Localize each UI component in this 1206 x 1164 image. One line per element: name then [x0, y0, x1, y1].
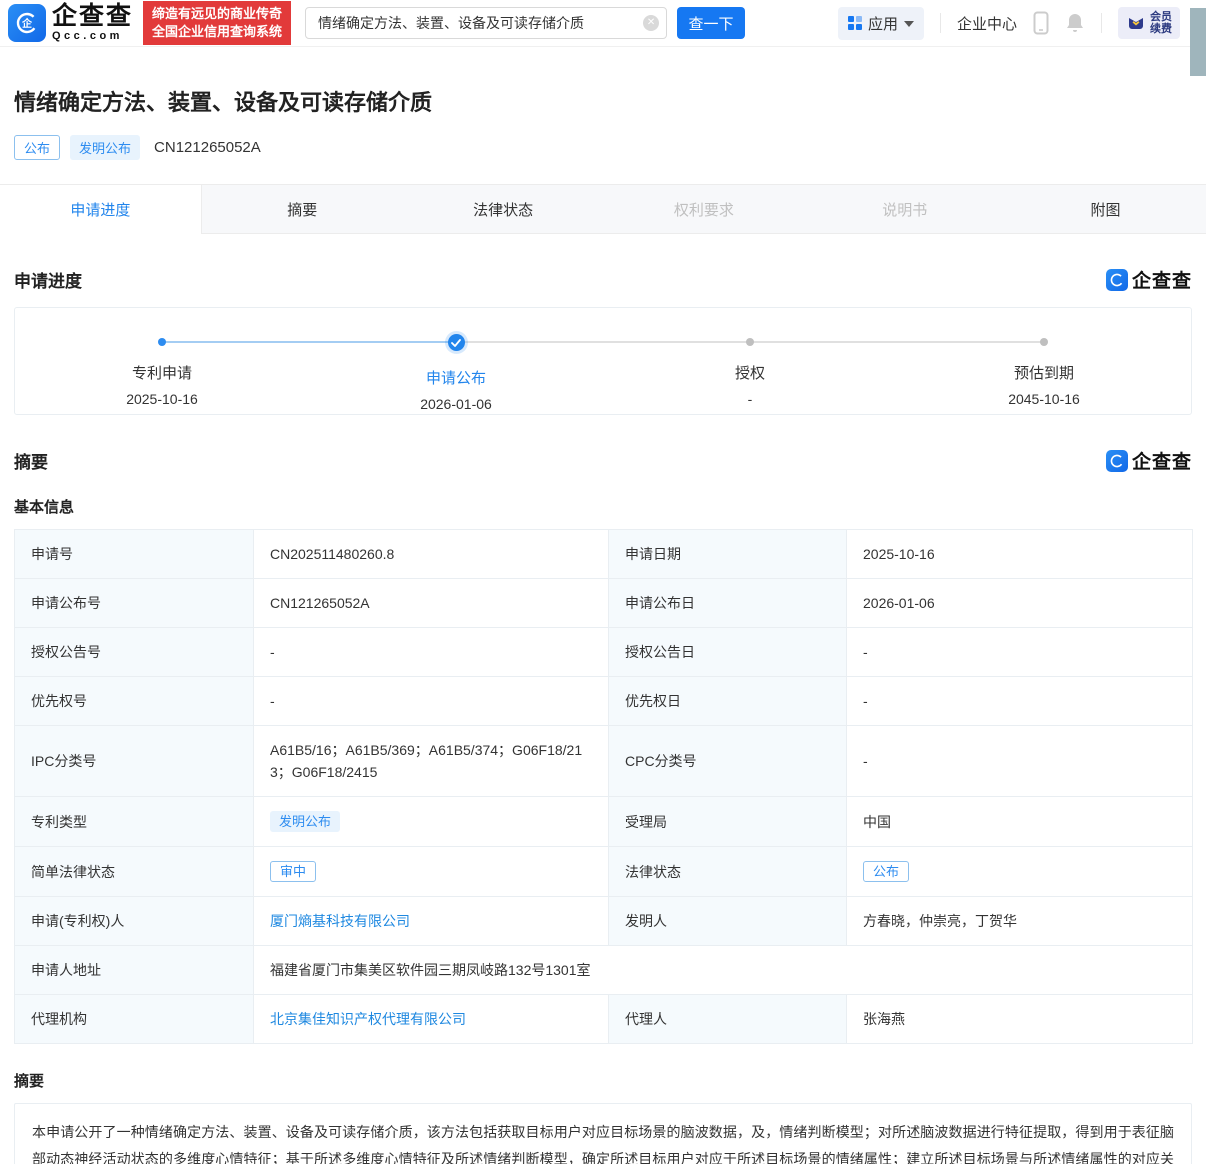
status-badge-publication: 公布 — [14, 135, 60, 160]
agent-name: 张海燕 — [847, 995, 1193, 1044]
brand-name: 企查查 — [52, 4, 133, 29]
applicant-company-link[interactable]: 厦门熵基科技有限公司 — [270, 913, 410, 929]
cpc-classification: - — [847, 726, 1193, 797]
tab-claims: 权利要求 — [603, 185, 804, 233]
publication-date: 2026-01-06 — [847, 579, 1193, 628]
timeline-step-expiry: 预估到期 2045-10-16 — [897, 308, 1191, 414]
qcc-logo[interactable]: 企 企查查 Qcc.com — [8, 4, 133, 42]
qcc-watermark: 企查查 — [1106, 266, 1192, 293]
table-row: 申请人地址 福建省厦门市集美区软件园三期凤岐路132号1301室 — [15, 946, 1193, 995]
priority-number: - — [254, 677, 609, 726]
basic-info-table: 申请号 CN202511480260.8 申请日期 2025-10-16 申请公… — [14, 529, 1193, 1044]
qcc-watermark: 企查查 — [1106, 447, 1192, 474]
slogan-badge: 缔造有远见的商业传奇 全国企业信用查询系统 — [143, 1, 291, 45]
qcc-watermark-icon — [1106, 269, 1128, 291]
status-badge-invention: 发明公布 — [70, 135, 140, 160]
application-timeline: 专利申请 2025-10-16 申请公布 2026-01-06 授权 - 预估到… — [14, 307, 1192, 415]
table-row: 申请公布号 CN121265052A 申请公布日 2026-01-06 — [15, 579, 1193, 628]
top-header: 企 企查查 Qcc.com 缔造有远见的商业传奇 全国企业信用查询系统 ✕ 查一… — [0, 0, 1206, 47]
tab-drawings[interactable]: 附图 — [1005, 185, 1206, 233]
search-button[interactable]: 查一下 — [677, 7, 745, 39]
publication-number: CN121265052A — [154, 139, 261, 156]
abstract-text: 本申请公开了一种情绪确定方法、装置、设备及可读存储介质，该方法包括获取目标用户对… — [14, 1103, 1192, 1164]
timeline-dot — [1040, 338, 1048, 346]
apps-grid-icon — [848, 16, 862, 30]
inventors: 方春晓，仲崇亮，丁贺华 — [847, 897, 1193, 946]
agency-link[interactable]: 北京集佳知识产权代理有限公司 — [270, 1011, 466, 1027]
page-title: 情绪确定方法、装置、设备及可读存储介质 — [14, 85, 1192, 117]
timeline-step-filing: 专利申请 2025-10-16 — [15, 308, 309, 414]
table-row: 代理机构 北京集佳知识产权代理有限公司 代理人 张海燕 — [15, 995, 1193, 1044]
table-row: 专利类型 发明公布 受理局 中国 — [15, 797, 1193, 847]
applicant-address: 福建省厦门市集美区软件园三期凤岐路132号1301室 — [254, 946, 1193, 995]
search-input[interactable] — [305, 7, 667, 39]
table-row: 优先权号 - 优先权日 - — [15, 677, 1193, 726]
tab-bar: 申请进度 摘要 法律状态 权利要求 说明书 附图 — [0, 184, 1206, 234]
application-date: 2025-10-16 — [847, 530, 1193, 579]
svg-text:企: 企 — [21, 17, 33, 30]
vip-crown-icon — [1126, 13, 1146, 33]
page-scrollbar[interactable] — [1190, 8, 1206, 76]
timeline-dot — [746, 338, 754, 346]
apps-menu[interactable]: 应用 — [838, 7, 924, 40]
ipc-classification: A61B5/16；A61B5/369；A61B5/374；G06F18/213；… — [254, 726, 609, 797]
priority-date: - — [847, 677, 1193, 726]
vip-renew-button[interactable]: 会员 续费 — [1118, 7, 1180, 39]
abstract-subtitle: 摘要 — [14, 1070, 1192, 1091]
mobile-app-icon[interactable] — [1033, 11, 1049, 35]
section-title-abstract: 摘要 — [14, 448, 48, 473]
enterprise-center-link[interactable]: 企业中心 — [957, 13, 1017, 34]
brand-domain: Qcc.com — [52, 31, 133, 42]
basic-info-title: 基本信息 — [14, 496, 1192, 517]
apps-label: 应用 — [868, 13, 898, 34]
tab-legal-status[interactable]: 法律状态 — [403, 185, 604, 233]
grant-date: - — [847, 628, 1193, 677]
check-icon — [448, 334, 465, 351]
table-row: IPC分类号 A61B5/16；A61B5/369；A61B5/374；G06F… — [15, 726, 1193, 797]
qcc-watermark-icon — [1106, 450, 1128, 472]
clear-search-icon[interactable]: ✕ — [643, 15, 659, 31]
patent-type-badge: 发明公布 — [270, 811, 340, 832]
simple-legal-status-badge: 审中 — [270, 861, 316, 882]
chevron-down-icon — [904, 21, 914, 27]
grant-number: - — [254, 628, 609, 677]
table-row: 申请号 CN202511480260.8 申请日期 2025-10-16 — [15, 530, 1193, 579]
receiving-office: 中国 — [847, 797, 1193, 847]
timeline-step-grant: 授权 - — [603, 308, 897, 414]
legal-status-badge: 公布 — [863, 861, 909, 882]
notification-bell-icon[interactable] — [1065, 12, 1085, 34]
tab-application-progress[interactable]: 申请进度 — [0, 185, 202, 234]
divider — [1101, 13, 1102, 33]
table-row: 申请(专利权)人 厦门熵基科技有限公司 发明人 方春晓，仲崇亮，丁贺华 — [15, 897, 1193, 946]
timeline-dot — [158, 338, 166, 346]
divider — [940, 13, 941, 33]
tab-abstract[interactable]: 摘要 — [202, 185, 403, 233]
qcc-logo-icon: 企 — [8, 4, 46, 42]
section-title-progress: 申请进度 — [14, 267, 82, 292]
table-row: 简单法律状态 审中 法律状态 公布 — [15, 847, 1193, 897]
tab-description: 说明书 — [804, 185, 1005, 233]
timeline-step-publication: 申请公布 2026-01-06 — [309, 308, 603, 414]
publication-number-cell: CN121265052A — [254, 579, 609, 628]
application-number: CN202511480260.8 — [254, 530, 609, 579]
table-row: 授权公告号 - 授权公告日 - — [15, 628, 1193, 677]
